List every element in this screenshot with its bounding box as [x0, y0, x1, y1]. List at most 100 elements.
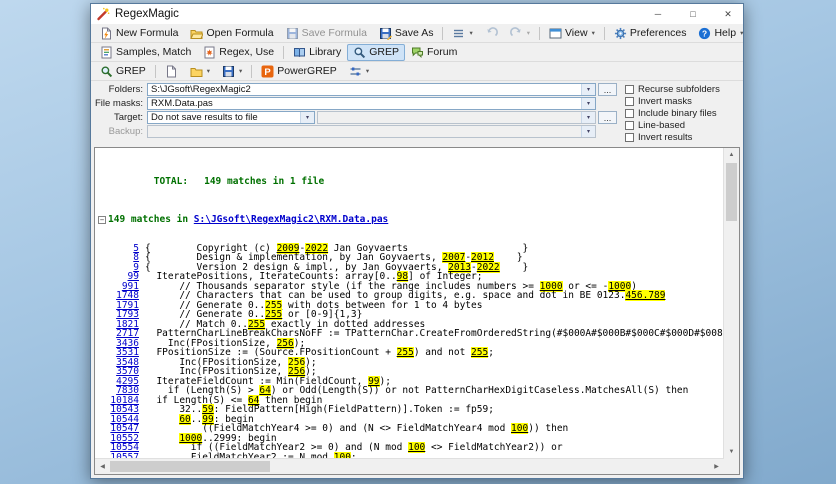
backup-combobox: ▾	[147, 125, 596, 138]
grep-toolbar: GREP ▾ ▾ P PowerGREP ▾	[91, 62, 743, 81]
new-formula-icon	[100, 27, 113, 40]
vertical-scrollbar[interactable]: ▲ ▼	[723, 147, 739, 459]
file-match-count: 149 matches in	[108, 214, 194, 225]
grep-settings-form: Folders: S:\JGsoft\RegexMagic2 ▾ ... Fil…	[91, 81, 743, 145]
checkbox-icon[interactable]	[625, 108, 634, 118]
line-based-checkbox[interactable]: Line-based	[625, 120, 739, 131]
history-button[interactable]: ▾	[446, 25, 478, 42]
scroll-up-icon[interactable]: ▲	[724, 148, 739, 163]
scroll-down-icon[interactable]: ▼	[724, 444, 739, 459]
checkbox-icon[interactable]	[625, 96, 634, 106]
grep-options: Recurse subfolders Invert masks Include bi…	[617, 83, 739, 143]
file-masks-row: File masks: RXM.Data.pas ▾	[93, 97, 617, 110]
grep-run-button[interactable]: GREP	[94, 63, 152, 80]
undo-button[interactable]	[479, 25, 504, 42]
tab-grep-label: GREP	[369, 46, 400, 58]
scroll-right-icon[interactable]: ▶	[709, 459, 724, 474]
scroll-left-icon[interactable]: ◀	[95, 459, 110, 474]
file-masks-combobox[interactable]: RXM.Data.pas ▾	[147, 97, 596, 110]
regex-icon	[203, 46, 216, 59]
dropdown-arrow-icon: ▾	[469, 30, 473, 37]
vertical-scroll-thumb[interactable]	[726, 162, 737, 221]
folders-browse-button[interactable]: ...	[598, 83, 617, 96]
toolbar-separator	[283, 45, 285, 59]
new-grep-icon	[165, 65, 178, 78]
forum-icon	[411, 46, 424, 59]
vertical-scroll-track[interactable]	[724, 162, 739, 445]
combo-arrow-icon: ▾	[581, 126, 595, 137]
grep-new-button[interactable]	[159, 63, 184, 80]
regexmagic-window: RegexMagic ─ □ ✕ New Formula Open Formula…	[90, 3, 744, 479]
tab-forum-label: Forum	[427, 46, 458, 58]
powergrep-icon: P	[261, 65, 274, 78]
help-button[interactable]: ? Help ▾	[692, 25, 749, 42]
combo-arrow-icon[interactable]: ▾	[300, 112, 314, 123]
horizontal-scroll-thumb[interactable]	[110, 461, 270, 472]
target-type-select[interactable]: Do not save results to file ▾	[147, 111, 315, 124]
horizontal-scrollbar[interactable]: ◀ ▶	[95, 458, 724, 474]
svg-text:?: ?	[702, 28, 707, 38]
target-browse-button[interactable]: ...	[598, 111, 617, 124]
tab-regex-use[interactable]: Regex, Use	[197, 44, 280, 61]
combo-arrow-icon[interactable]: ▾	[581, 98, 595, 109]
combo-arrow-icon[interactable]: ▾	[581, 84, 595, 95]
match-highlight: 456.789	[625, 290, 666, 301]
grep-open-button[interactable]: ▾	[184, 63, 216, 80]
file-line: − 149 matches in S:\JGsoft\RegexMagic2\R…	[97, 215, 724, 225]
match-highlight: 255	[471, 347, 489, 358]
tab-forum[interactable]: Forum	[405, 44, 463, 61]
code-segment: ) or Odd(Length(S)) or not PatternCharHe…	[270, 385, 689, 396]
maximize-button[interactable]: □	[678, 4, 708, 24]
horizontal-scroll-track[interactable]	[110, 459, 709, 474]
invert-results-checkbox[interactable]: Invert results	[625, 132, 739, 143]
view-icon	[549, 27, 562, 40]
tab-grep[interactable]: GREP	[347, 43, 406, 61]
recurse-subfolders-checkbox[interactable]: Recurse subfolders	[625, 84, 739, 95]
target-row: Target: Do not save results to file ▾ ▾ …	[93, 111, 617, 124]
grep-tab-icon	[353, 46, 366, 59]
backup-label: Backup:	[108, 126, 143, 137]
dropdown-arrow-icon: ▾	[239, 68, 243, 75]
collapse-toggle[interactable]: −	[98, 215, 106, 224]
backup-row: Backup: ▾	[93, 125, 617, 138]
powergrep-button[interactable]: P PowerGREP	[255, 63, 343, 80]
preferences-button[interactable]: Preferences	[608, 25, 693, 42]
new-formula-button[interactable]: New Formula	[94, 25, 184, 42]
checkbox-icon[interactable]	[625, 132, 634, 142]
save-formula-button-label: Save Formula	[301, 27, 367, 39]
toolbar-separator	[154, 64, 156, 78]
view-button[interactable]: View ▾	[543, 25, 601, 42]
file-link[interactable]: S:\JGsoft\RegexMagic2\RXM.Data.pas	[194, 215, 388, 225]
include-binary-files-checkbox[interactable]: Include binary files	[625, 108, 739, 119]
save-formula-button[interactable]: Save Formula	[280, 25, 373, 42]
dropdown-arrow-icon: ▾	[591, 30, 595, 37]
close-button[interactable]: ✕	[713, 4, 743, 24]
folders-combobox[interactable]: S:\JGsoft\RegexMagic2 ▾	[147, 83, 596, 96]
invert-masks-checkbox[interactable]: Invert masks	[625, 96, 739, 107]
target-type-value: Do not save results to file	[151, 112, 258, 123]
help-button-label: Help	[714, 27, 737, 39]
checkbox-icon[interactable]	[625, 120, 634, 130]
redo-button[interactable]: ▾	[504, 25, 536, 42]
tab-samples-match[interactable]: Samples, Match	[94, 44, 197, 61]
folders-label: Folders:	[108, 84, 143, 95]
results-panel: TOTAL: 149 matches in 1 file − 149 matche…	[94, 146, 740, 475]
folders-row: Folders: S:\JGsoft\RegexMagic2 ▾ ...	[93, 83, 617, 96]
minimize-button[interactable]: ─	[643, 4, 673, 24]
grep-save-button[interactable]: ▾	[216, 63, 248, 80]
collapse-icon: −	[99, 215, 105, 224]
redo-icon	[509, 26, 523, 40]
invert-results-checkbox-label: Invert results	[638, 131, 693, 143]
tab-samples-match-label: Samples, Match	[116, 46, 192, 58]
grep-settings-button[interactable]: ▾	[343, 63, 375, 80]
code-segment: <> FieldMatchYear2)) or	[425, 442, 563, 453]
scrollbar-corner	[724, 459, 739, 474]
toolbar-separator	[603, 26, 605, 40]
save-as-icon	[379, 27, 392, 40]
tab-library[interactable]: Library	[287, 44, 347, 61]
code-segment: ) and not	[413, 347, 472, 358]
save-as-button[interactable]: Save As	[373, 25, 440, 42]
code-segment: }	[499, 261, 529, 273]
open-formula-button[interactable]: Open Formula	[184, 25, 279, 42]
checkbox-icon[interactable]	[625, 84, 634, 94]
